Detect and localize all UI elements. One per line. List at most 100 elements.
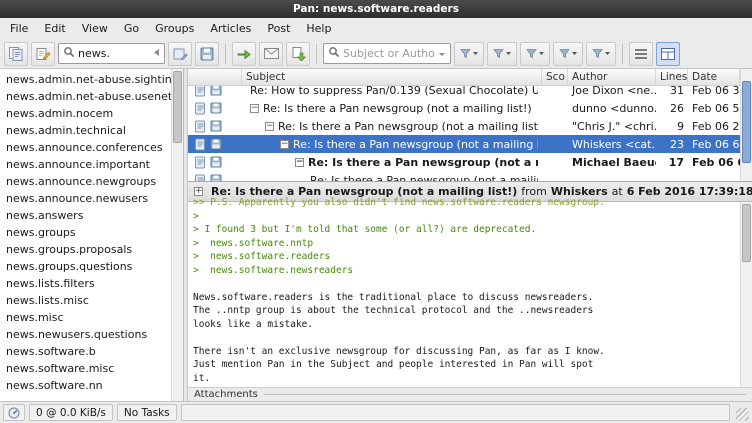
next-unread-button[interactable] xyxy=(286,42,310,66)
forward-article-button[interactable] xyxy=(232,42,256,66)
collapse-thread-icon[interactable]: − xyxy=(250,104,259,113)
filter-scores-button[interactable] xyxy=(454,42,484,66)
filter-cached-button[interactable] xyxy=(520,42,550,66)
collapse-arrow-icon[interactable] xyxy=(153,47,160,60)
collapse-thread-icon[interactable]: − xyxy=(280,140,289,149)
filter-attachments-button[interactable] xyxy=(553,42,583,66)
row-date: Feb 06 2:3 xyxy=(688,120,740,133)
body-line: There isn't an exclusive newsgroup for d… xyxy=(193,345,740,359)
collapse-thread-icon[interactable]: − xyxy=(295,158,304,167)
row-subject: −Re: Is there a Pan newsgroup (not a mai… xyxy=(242,120,542,133)
header-row[interactable]: Re: How to suppress Pan/0.139 (Sexual Ch… xyxy=(188,86,740,99)
menu-help[interactable]: Help xyxy=(298,18,339,39)
post-article-button[interactable] xyxy=(31,42,55,66)
scrollbar-thumb[interactable] xyxy=(742,204,751,262)
menu-post[interactable]: Post xyxy=(259,18,298,39)
menu-groups[interactable]: Groups xyxy=(147,18,202,39)
menu-file[interactable]: File xyxy=(2,18,36,39)
group-item[interactable]: news.admin.net-abuse.usenet xyxy=(0,88,171,105)
group-item[interactable]: news.misc xyxy=(0,309,171,326)
group-item[interactable]: news.groups.proposals xyxy=(0,241,171,258)
group-search-input[interactable] xyxy=(78,47,150,60)
header-row[interactable]: −Re: Is there a Pan newsgroup (not a mai… xyxy=(188,117,740,135)
view-paned-layout-button[interactable] xyxy=(656,42,680,66)
group-item[interactable]: news.groups.questions xyxy=(0,258,171,275)
group-item[interactable]: news.admin.nocem xyxy=(0,105,171,122)
column-date[interactable]: Date xyxy=(688,69,740,85)
group-pane-scrollbar[interactable] xyxy=(171,69,183,401)
group-item[interactable]: news.answers xyxy=(0,207,171,224)
view-list-layout-button[interactable] xyxy=(629,42,653,66)
group-item[interactable]: news.announce.newusers xyxy=(0,190,171,207)
group-item[interactable]: news.software.b xyxy=(0,343,171,360)
group-item[interactable]: news.software.misc xyxy=(0,360,171,377)
cached-icon xyxy=(210,174,222,181)
connection-status-cell[interactable] xyxy=(3,404,25,421)
menu-go[interactable]: Go xyxy=(116,18,147,39)
filter-unread-button[interactable] xyxy=(487,42,517,66)
reply-to-group-button[interactable] xyxy=(168,42,192,66)
header-row[interactable]: −Re: Is there a Pan newsgroup (not a mai… xyxy=(188,153,740,171)
subject-text: Re: Is there a Pan newsgroup (not a mail… xyxy=(263,102,532,115)
group-item[interactable]: news.announce.important xyxy=(0,156,171,173)
row-state-icons xyxy=(188,174,242,182)
dropdown-caret-icon xyxy=(571,51,578,56)
scrollbar-thumb[interactable] xyxy=(742,81,751,163)
row-author: Joe Dixon <ne... xyxy=(568,86,656,97)
group-item[interactable]: news.admin.technical xyxy=(0,122,171,139)
group-item[interactable]: news.newusers.questions xyxy=(0,326,171,343)
column-subject[interactable]: Subject xyxy=(242,69,542,85)
filter-watched-button[interactable] xyxy=(586,42,616,66)
row-subject: Re: Is there a Pan newsgroup (not a mail… xyxy=(242,174,542,182)
attachments-label: Attachments xyxy=(194,389,258,400)
column-author[interactable]: Author xyxy=(568,69,656,85)
save-article-button[interactable] xyxy=(195,42,219,66)
article-icon xyxy=(194,174,206,182)
header-row[interactable]: −Re: Is there a Pan newsgroup (not a mai… xyxy=(188,99,740,117)
column-state[interactable] xyxy=(188,69,242,85)
header-row[interactable]: −Re: Is there a Pan newsgroup (not a mai… xyxy=(188,135,740,153)
body-line: >> P.S. Apparently you also didn't find … xyxy=(193,196,740,210)
row-author: Michael Baeue... xyxy=(568,156,656,169)
get-new-headers-button[interactable] xyxy=(4,42,28,66)
resize-grip[interactable] xyxy=(736,408,749,421)
open-mail-button[interactable] xyxy=(259,42,283,66)
titlebar[interactable]: Pan: news.software.readers xyxy=(0,0,752,18)
scrollbar-thumb[interactable] xyxy=(173,71,182,143)
group-item[interactable]: news.groups xyxy=(0,224,171,241)
reply-icon xyxy=(172,46,188,62)
group-item[interactable]: news.announce.newgroups xyxy=(0,173,171,190)
group-item[interactable]: news.software.nn xyxy=(0,377,171,394)
body-pane-scrollbar[interactable] xyxy=(740,202,752,387)
menu-articles[interactable]: Articles xyxy=(202,18,259,39)
body-line: > news.software.newsreaders xyxy=(193,264,740,278)
expand-headers-icon[interactable]: + xyxy=(194,187,203,196)
group-item[interactable]: news.announce.conferences xyxy=(0,139,171,156)
group-item[interactable]: news.admin.net-abuse.sightings xyxy=(0,71,171,88)
search-icon xyxy=(63,46,75,61)
connection-speed: 0 @ 0.0 KiB/s xyxy=(29,404,113,421)
header-search-input[interactable] xyxy=(343,47,435,60)
column-sco[interactable]: Sco xyxy=(542,69,568,85)
row-lines: 9 xyxy=(656,120,688,133)
column-lines[interactable]: Lines xyxy=(656,69,688,85)
body-line: The ..nntp group is about the technical … xyxy=(193,304,740,318)
row-author: Whiskers <cat... xyxy=(568,138,656,151)
row-lines: 17 xyxy=(656,156,688,169)
header-pane-scrollbar[interactable] xyxy=(740,69,752,181)
cached-icon xyxy=(210,156,222,168)
menu-view[interactable]: View xyxy=(74,18,116,39)
group-item[interactable]: news.lists.filters xyxy=(0,275,171,292)
header-row[interactable]: Re: Is there a Pan newsgroup (not a mail… xyxy=(188,171,740,181)
collapse-thread-icon[interactable]: − xyxy=(265,122,274,131)
group-search-entry[interactable] xyxy=(58,43,165,64)
content-area: news.admin.net-abuse.sightingsnews.admin… xyxy=(0,69,752,401)
menu-edit[interactable]: Edit xyxy=(36,18,73,39)
article-icon xyxy=(194,102,206,115)
group-item[interactable]: news.lists.misc xyxy=(0,292,171,309)
dropdown-caret-icon[interactable] xyxy=(438,47,446,60)
window-title: Pan: news.software.readers xyxy=(293,3,459,15)
cached-icon xyxy=(210,138,222,150)
header-search-entry[interactable] xyxy=(323,43,451,64)
task-manager-button[interactable]: No Tasks xyxy=(117,404,177,421)
